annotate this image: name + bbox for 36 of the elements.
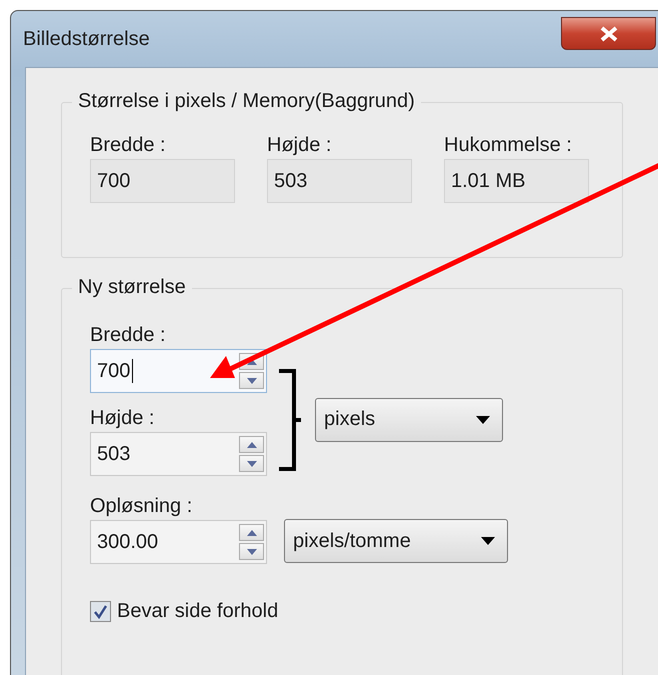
spin-up-button[interactable] <box>239 436 264 453</box>
group-legend: Ny størrelse <box>72 276 192 299</box>
up-triangle-icon <box>246 442 256 448</box>
spin-down-button[interactable] <box>239 372 264 389</box>
spin-down-button[interactable] <box>239 543 264 560</box>
checkbox-label: Bevar side forhold <box>117 600 278 623</box>
dropdown-caret-icon <box>481 537 495 545</box>
readonly-field: 1.01 MB <box>444 159 589 203</box>
up-triangle-icon <box>246 530 256 536</box>
dropdown-caret-icon <box>476 416 490 424</box>
readonly-field: 503 <box>267 159 412 203</box>
checkbox[interactable] <box>90 601 111 622</box>
link-bracket-icon <box>279 368 301 470</box>
width-field[interactable]: 700 <box>90 349 267 393</box>
field-label: Hukommelse : <box>444 133 573 157</box>
window-title: Billedstørrelse <box>23 28 150 50</box>
checkmark-icon <box>93 604 108 619</box>
field-label: Bredde : <box>90 133 167 157</box>
down-triangle-icon <box>246 460 256 466</box>
resolution-field[interactable]: 300.00 <box>90 520 267 564</box>
close-icon <box>600 26 618 42</box>
field-label: Højde : <box>267 133 332 157</box>
down-triangle-icon <box>246 548 256 554</box>
unit-dropdown[interactable]: pixels <box>315 398 503 442</box>
close-button[interactable] <box>561 17 656 50</box>
group-legend: Størrelse i pixels / Memory(Baggrund) <box>72 90 421 113</box>
field-label: Bredde : <box>90 323 167 347</box>
field-label: Opløsning : <box>90 494 194 518</box>
readonly-field: 700 <box>90 159 235 203</box>
up-triangle-icon <box>246 358 256 364</box>
unit-dropdown[interactable]: pixels/tomme <box>284 519 508 563</box>
spin-down-button[interactable] <box>239 455 264 472</box>
field-label: Højde : <box>90 406 156 430</box>
height-field[interactable]: 503 <box>90 432 267 476</box>
spin-up-button[interactable] <box>239 524 264 541</box>
down-triangle-icon <box>246 378 256 384</box>
